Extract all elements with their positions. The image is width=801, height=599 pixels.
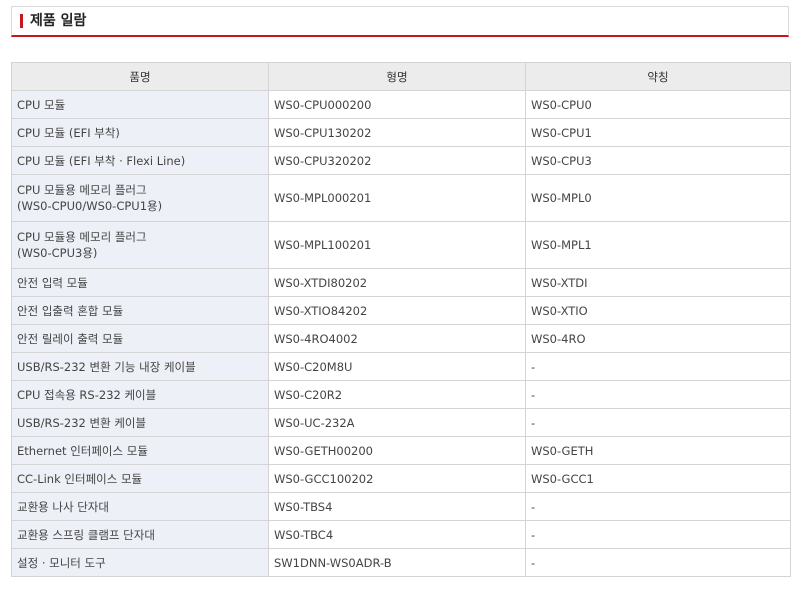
cell-product-name: 교환용 나사 단자대	[11, 492, 269, 521]
cell-model-number: WS0-CPU320202	[268, 146, 526, 175]
cell-model-number: WS0-MPL100201	[268, 221, 526, 269]
cell-abbreviation: WS0-MPL0	[525, 174, 791, 222]
cell-model-number: WS0-MPL000201	[268, 174, 526, 222]
table-row: CPU 모듈용 메모리 플러그 (WS0-CPU3용) WS0-MPL100201 W…	[11, 221, 791, 269]
product-name-line: CPU 모듈용 메모리 플러그	[17, 230, 147, 244]
table-row: USB/RS-232 변환 케이블 WS0-UC-232A -	[11, 408, 791, 437]
cell-model-number: WS0-TBS4	[268, 492, 526, 521]
cell-model-number: WS0-TBC4	[268, 520, 526, 549]
cell-abbreviation: WS0-XTDI	[525, 268, 791, 297]
cell-model-number: WS0-GCC100202	[268, 464, 526, 493]
section-title: 제품 일람	[30, 13, 87, 29]
cell-model-number: WS0-UC-232A	[268, 408, 526, 437]
cell-product-name: USB/RS-232 변환 케이블	[11, 408, 269, 437]
cell-product-name: Ethernet 인터페이스 모듈	[11, 436, 269, 465]
product-name-line: USB/RS-232 변환 케이블	[17, 415, 147, 430]
cell-abbreviation: -	[525, 492, 791, 521]
cell-model-number: WS0-C20M8U	[268, 352, 526, 381]
product-name-line: Ethernet 인터페이스 모듈	[17, 443, 148, 458]
cell-product-name: USB/RS-232 변환 기능 내장 케이블	[11, 352, 269, 381]
cell-abbreviation: -	[525, 520, 791, 549]
cell-abbreviation: WS0-CPU0	[525, 90, 791, 119]
product-name-line: CPU 모듈	[17, 97, 66, 112]
cell-abbreviation: -	[525, 408, 791, 437]
cell-abbreviation: WS0-MPL1	[525, 221, 791, 269]
column-header-name: 품명	[11, 62, 269, 91]
cell-abbreviation: WS0-GETH	[525, 436, 791, 465]
cell-abbreviation: WS0-CPU1	[525, 118, 791, 147]
column-header-model: 형명	[268, 62, 526, 91]
product-name-line: (WS0-CPU3용)	[17, 246, 98, 260]
cell-product-name: CPU 모듈용 메모리 플러그 (WS0-CPU3용)	[11, 221, 269, 269]
table-row: CPU 모듈용 메모리 플러그 (WS0-CPU0/WS0-CPU1용) WS0-M…	[11, 174, 791, 222]
cell-product-name: CPU 모듈	[11, 90, 269, 119]
table-row: 교환용 나사 단자대 WS0-TBS4-	[11, 492, 791, 521]
table-row: USB/RS-232 변환 기능 내장 케이블 WS0-C20M8U -	[11, 352, 791, 381]
table-row: 안전 입력 모듈 WS0-XTDI80202 WS0-XTDI	[11, 268, 791, 297]
product-name-line: 안전 입출력 혼합 모듈	[17, 303, 124, 318]
table-row: CC-Link 인터페이스 모듈 WS0-GCC100202 WS0-GCC1	[11, 464, 791, 493]
cell-model-number: WS0-CPU000200	[268, 90, 526, 119]
title-accent-bar	[20, 14, 23, 28]
product-name-line: USB/RS-232 변환 기능 내장 케이블	[17, 359, 196, 374]
cell-product-name: CC-Link 인터페이스 모듈	[11, 464, 269, 493]
cell-product-name: 안전 릴레이 출력 모듈	[11, 324, 269, 353]
cell-model-number: WS0-4RO4002	[268, 324, 526, 353]
section-header: 제품 일람	[11, 6, 789, 37]
product-name-line: CC-Link 인터페이스 모듈	[17, 471, 143, 486]
cell-product-name: CPU 모듈용 메모리 플러그 (WS0-CPU0/WS0-CPU1용)	[11, 174, 269, 222]
table-row: CPU 모듈 (EFI 부착) WS0-CPU130202 WS0-CPU1	[11, 118, 791, 147]
table-row: 설정 · 모니터 도구 SW1DNN-WS0ADR-B -	[11, 548, 791, 577]
product-name-line: (WS0-CPU0/WS0-CPU1용)	[17, 199, 163, 213]
cell-product-name: CPU 모듈 (EFI 부착)	[11, 118, 269, 147]
cell-model-number: WS0-XTDI80202	[268, 268, 526, 297]
cell-abbreviation: WS0-CPU3	[525, 146, 791, 175]
product-name-line: 교환용 나사 단자대	[17, 499, 109, 514]
cell-model-number: WS0-CPU130202	[268, 118, 526, 147]
table-row: CPU 접속용 RS-232 케이블 WS0-C20R2-	[11, 380, 791, 409]
cell-abbreviation: -	[525, 548, 791, 577]
cell-product-name: 설정 · 모니터 도구	[11, 548, 269, 577]
product-name-line: CPU 모듈 (EFI 부착)	[17, 125, 120, 140]
cell-product-name: 교환용 스프링 클램프 단자대	[11, 520, 269, 549]
product-name-line: 교환용 스프링 클램프 단자대	[17, 527, 155, 542]
cell-model-number: WS0-XTIO84202	[268, 296, 526, 325]
cell-product-name: CPU 접속용 RS-232 케이블	[11, 380, 269, 409]
cell-abbreviation: -	[525, 380, 791, 409]
product-name-line: CPU 모듈용 메모리 플러그	[17, 183, 147, 197]
cell-abbreviation: -	[525, 352, 791, 381]
product-name-line: CPU 접속용 RS-232 케이블	[17, 387, 157, 402]
cell-product-name: 안전 입출력 혼합 모듈	[11, 296, 269, 325]
table-row: 교환용 스프링 클램프 단자대 WS0-TBC4-	[11, 520, 791, 549]
cell-product-name: CPU 모듈 (EFI 부착 · Flexi Line)	[11, 146, 269, 175]
table-body: CPU 모듈 WS0-CPU000200 WS0-CPU0 CPU 모듈 (EFI 부…	[11, 90, 791, 577]
product-name-line: 설정 · 모니터 도구	[17, 555, 106, 570]
table-row: 안전 입출력 혼합 모듈 WS0-XTIO84202 WS0-XTIO	[11, 296, 791, 325]
table-row: Ethernet 인터페이스 모듈 WS0-GETH00200 WS0-GETH	[11, 436, 791, 465]
product-name-line: 안전 릴레이 출력 모듈	[17, 331, 124, 346]
product-name-line: CPU 모듈 (EFI 부착 · Flexi Line)	[17, 153, 186, 168]
column-header-abbr: 약칭	[525, 62, 791, 91]
table-row: 안전 릴레이 출력 모듈 WS0-4RO4002 WS0-4RO	[11, 324, 791, 353]
cell-abbreviation: WS0-GCC1	[525, 464, 791, 493]
cell-abbreviation: WS0-XTIO	[525, 296, 791, 325]
cell-product-name: 안전 입력 모듈	[11, 268, 269, 297]
cell-model-number: SW1DNN-WS0ADR-B	[268, 548, 526, 577]
table-row: CPU 모듈 WS0-CPU000200 WS0-CPU0	[11, 90, 791, 119]
cell-model-number: WS0-GETH00200	[268, 436, 526, 465]
product-name-line: 안전 입력 모듈	[17, 275, 88, 290]
product-table: 품명 형명 약칭 CPU 모듈 WS0-CPU000200 WS0-CPU0 CPU …	[11, 62, 791, 577]
table-row: CPU 모듈 (EFI 부착 · Flexi Line) WS0-CPU32020…	[11, 146, 791, 175]
cell-abbreviation: WS0-4RO	[525, 324, 791, 353]
table-header-row: 품명 형명 약칭	[11, 62, 791, 91]
cell-model-number: WS0-C20R2	[268, 380, 526, 409]
